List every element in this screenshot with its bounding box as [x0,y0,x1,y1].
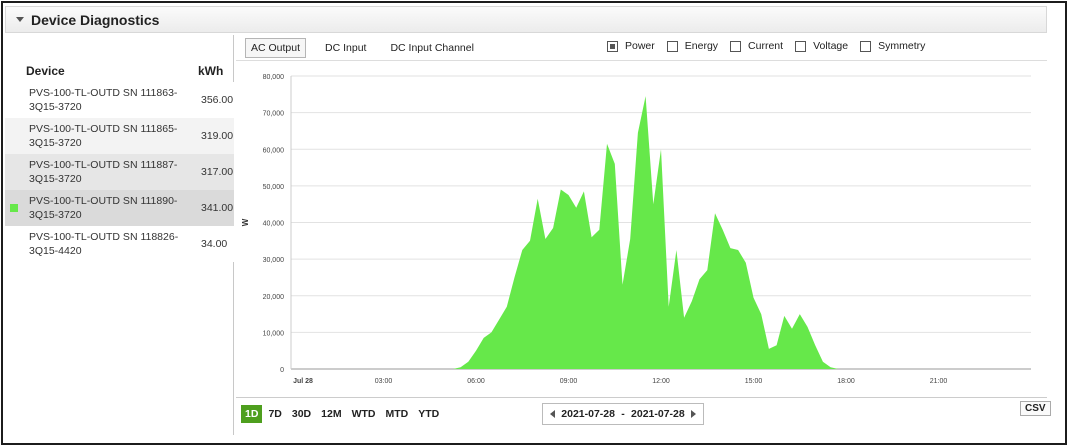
range-30d[interactable]: 30D [288,405,315,423]
y-tick-label: 40,000 [263,221,285,228]
x-tick-label: Jul 28 [293,378,313,385]
kwh-column-header[interactable]: kWh [198,64,223,78]
device-kwh: 356.00 [201,94,234,106]
y-tick-label: 0 [280,367,284,374]
y-tick-label: 30,000 [263,257,285,264]
series-color-swatch [10,204,18,212]
device-list-header: Device kWh [5,62,234,80]
x-tick-label: 09:00 [560,378,578,385]
tab-dc-input-channel[interactable]: DC Input Channel [385,39,478,57]
date-separator: - [621,408,625,420]
device-list: Device kWh PVS-100-TL-OUTD SN 111863-3Q1… [5,35,234,435]
panel-title: Device Diagnostics [31,11,160,28]
current-checkbox[interactable] [730,40,742,52]
range-12m[interactable]: 12M [317,405,345,423]
y-axis-label: W [241,218,250,226]
csv-export-button[interactable]: CSV [1020,401,1051,416]
date-start[interactable]: 2021-07-28 [561,408,615,420]
voltage-label: Voltage [813,40,849,52]
symmetry-label: Symmetry [878,40,926,52]
power-label: Power [625,40,655,52]
x-tick-label: 12:00 [652,378,670,385]
output-tabs: AC Output DC Input DC Input Channel [245,37,493,59]
next-date-arrow-icon[interactable] [691,410,696,418]
range-selector: 1D 7D 30D 12M WTD MTD YTD [241,405,445,423]
power-chart: 0 10,000 20,000 30,000 40,000 50,000 60,000 70,… [236,60,1047,395]
device-name: PVS-100-TL-OUTD SN 111863-3Q15-3720 [29,87,178,113]
device-kwh: 34.00 [201,238,228,250]
symmetry-checkbox[interactable] [860,40,872,52]
tab-ac-output[interactable]: AC Output [245,38,307,58]
device-name: PVS-100-TL-OUTD SN 111890-3Q15-3720 [29,195,178,221]
metric-voltage[interactable]: Voltage [795,40,848,52]
device-kwh: 341.00 [201,202,234,214]
device-name: PVS-100-TL-OUTD SN 111865-3Q15-3720 [29,123,178,149]
device-name: PVS-100-TL-OUTD SN 111887-3Q15-3720 [29,159,178,185]
panel-header[interactable]: Device Diagnostics [5,6,1047,33]
x-tick-label: 15:00 [745,378,763,385]
device-name: PVS-100-TL-OUTD SN 118826-3Q15-4420 [29,231,179,257]
metric-checkboxes: Power Energy Current Voltage Symmetry [607,40,937,52]
x-tick-label: 18:00 [837,378,855,385]
voltage-checkbox[interactable] [795,40,807,52]
date-range-picker: 2021-07-28 - 2021-07-28 [542,403,704,425]
metric-power[interactable]: Power [607,40,655,52]
date-end[interactable]: 2021-07-28 [631,408,685,420]
metric-symmetry[interactable]: Symmetry [860,40,925,52]
power-checkbox[interactable] [607,40,618,52]
current-label: Current [748,40,784,52]
y-tick-label: 60,000 [263,147,285,154]
energy-checkbox[interactable] [666,40,678,52]
device-row[interactable]: PVS-100-TL-OUTD SN 111890-3Q15-3720 341.0… [5,190,234,226]
device-row[interactable]: PVS-100-TL-OUTD SN 118826-3Q15-4420 34.00 [5,226,234,262]
y-tick-label: 50,000 [263,184,285,191]
previous-date-arrow-icon[interactable] [550,410,555,418]
metric-energy[interactable]: Energy [666,40,719,52]
range-ytd[interactable]: YTD [414,405,443,423]
range-7d[interactable]: 7D [264,405,285,423]
y-tick-label: 70,000 [263,111,285,118]
x-tick-label: 21:00 [930,378,948,385]
chart-footer: 1D 7D 30D 12M WTD MTD YTD 2021-07-28 - 2… [236,397,1051,435]
range-wtd[interactable]: WTD [348,405,380,423]
device-kwh: 319.00 [201,130,234,142]
range-mtd[interactable]: MTD [382,405,413,423]
device-row[interactable]: PVS-100-TL-OUTD SN 111865-3Q15-3720 319.0… [5,118,234,154]
metric-current[interactable]: Current [730,40,783,52]
y-tick-label: 80,000 [263,74,285,81]
collapse-caret-icon[interactable] [16,17,24,22]
x-tick-label: 03:00 [375,378,393,385]
power-area-series [291,96,1031,369]
energy-label: Energy [684,40,719,52]
y-tick-label: 10,000 [263,330,285,337]
y-tick-label: 20,000 [263,294,285,301]
power-chart-svg: 0 10,000 20,000 30,000 40,000 50,000 60,000 70,… [241,74,1031,385]
device-kwh: 317.00 [201,166,234,178]
x-tick-label: 06:00 [467,378,485,385]
device-row[interactable]: PVS-100-TL-OUTD SN 111863-3Q15-3720 356.0… [5,82,234,118]
device-row[interactable]: PVS-100-TL-OUTD SN 111887-3Q15-3720 317.0… [5,154,234,190]
range-1d[interactable]: 1D [241,405,263,423]
device-column-header[interactable]: Device [26,64,65,78]
tab-dc-input[interactable]: DC Input [320,39,371,57]
